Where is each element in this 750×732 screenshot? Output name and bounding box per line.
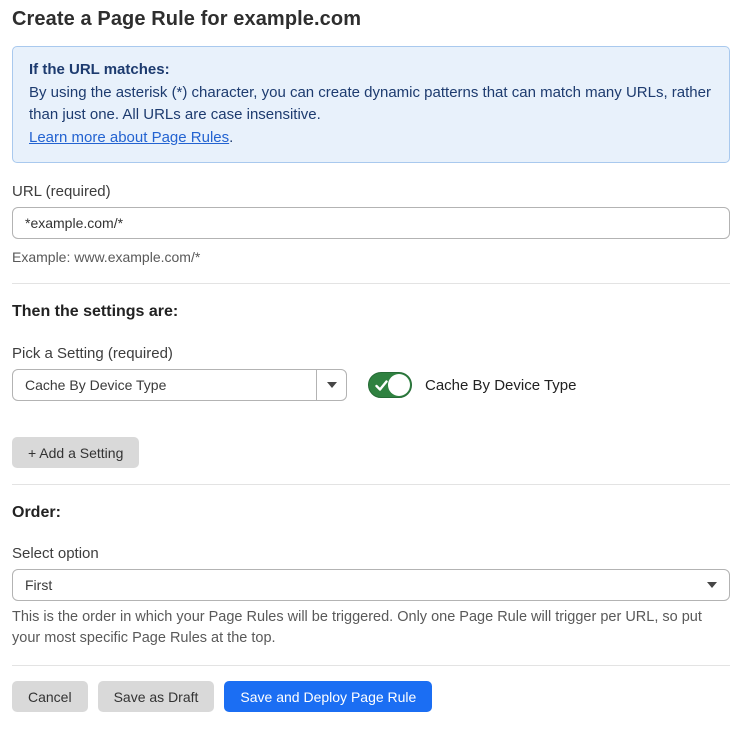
- cache-by-device-type-toggle[interactable]: [368, 372, 412, 398]
- check-icon: [375, 379, 388, 392]
- page-title: Create a Page Rule for example.com: [12, 8, 730, 31]
- url-input[interactable]: [12, 207, 730, 239]
- setting-row: Cache By Device Type Cache By Device Typ…: [12, 369, 730, 401]
- save-as-draft-button[interactable]: Save as Draft: [98, 681, 215, 712]
- url-match-info-box: If the URL matches: By using the asteris…: [12, 46, 730, 163]
- divider: [12, 665, 730, 666]
- order-select-value: First: [13, 570, 695, 600]
- divider: [12, 283, 730, 284]
- order-select-arrow: [695, 570, 729, 600]
- learn-more-link[interactable]: Learn more about Page Rules: [29, 129, 229, 146]
- create-page-rule-form: Create a Page Rule for example.com If th…: [0, 0, 750, 732]
- add-setting-button[interactable]: + Add a Setting: [12, 437, 139, 468]
- pick-setting-label: Pick a Setting (required): [12, 345, 730, 362]
- url-field-label: URL (required): [12, 183, 730, 200]
- cancel-button[interactable]: Cancel: [12, 681, 88, 712]
- info-box-link-line: Learn more about Page Rules.: [29, 127, 713, 150]
- footer-actions: Cancel Save as Draft Save and Deploy Pag…: [12, 681, 730, 712]
- chevron-down-icon: [327, 382, 337, 388]
- order-helper-text: This is the order in which your Page Rul…: [12, 607, 728, 649]
- setting-select[interactable]: Cache By Device Type: [12, 369, 347, 401]
- setting-select-value: Cache By Device Type: [13, 370, 316, 400]
- link-period: .: [229, 129, 233, 146]
- divider: [12, 484, 730, 485]
- toggle-label: Cache By Device Type: [425, 377, 576, 394]
- toggle-knob: [388, 374, 410, 396]
- url-field-helper: Example: www.example.com/*: [12, 248, 730, 267]
- chevron-down-icon: [707, 582, 717, 588]
- order-section-heading: Order:: [12, 504, 730, 522]
- save-and-deploy-button[interactable]: Save and Deploy Page Rule: [224, 681, 432, 712]
- order-select[interactable]: First: [12, 569, 730, 601]
- info-box-body: By using the asterisk (*) character, you…: [29, 82, 713, 127]
- order-select-label: Select option: [12, 545, 730, 562]
- setting-select-arrow-button[interactable]: [316, 370, 346, 400]
- info-box-heading: If the URL matches:: [29, 59, 713, 82]
- setting-toggle-group: Cache By Device Type: [368, 372, 576, 398]
- settings-section-heading: Then the settings are:: [12, 303, 730, 321]
